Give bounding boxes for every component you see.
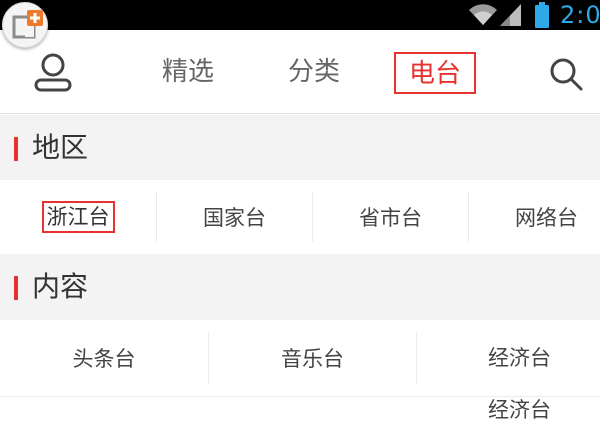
top-nav: 精选 分类 电台 [0,30,600,114]
user-icon[interactable] [32,52,74,94]
content-item-economy[interactable]: 经济台 [417,320,600,396]
wifi-icon [469,4,497,26]
tab-jingxuan[interactable]: 精选 [156,52,220,94]
content-item-label: 头条台 [72,347,136,371]
region-item-zhejiang[interactable]: 浙江台 [0,180,156,254]
region-item-network[interactable]: 网络台 [469,180,600,254]
content-item-label: 经济台 [488,346,551,370]
section-title-region: 地区 [32,131,89,164]
section-header-region: 地区 [0,115,600,180]
drag-preview-label: 经济台 [488,398,551,422]
divider [0,396,600,397]
content-item-label: 音乐台 [281,347,344,371]
section-header-content: 内容 [0,254,600,320]
content-item-headline[interactable]: 头条台 [0,320,208,396]
region-item-label: 省市台 [359,206,422,230]
status-icons: 2:0 [468,0,600,30]
region-item-label: 浙江台 [41,201,115,233]
signal-icon [500,4,521,26]
app-badge-glyph [12,10,43,39]
region-item-national[interactable]: 国家台 [157,180,312,254]
section-title-content: 内容 [32,270,89,303]
tab-fenlei[interactable]: 分类 [282,52,346,94]
region-item-provincial[interactable]: 省市台 [313,180,468,254]
app-badge-icon[interactable] [2,2,48,48]
status-bar: 2:0 [0,0,600,30]
search-icon[interactable] [548,56,584,92]
battery-icon [535,2,549,28]
status-time: 2:0 [560,1,600,29]
section-accent-bar [14,276,18,300]
tab-diantai[interactable]: 电台 [394,52,476,94]
section-accent-bar [14,137,18,161]
content-item-music[interactable]: 音乐台 [209,320,416,396]
region-grid: 浙江台 国家台 省市台 网络台 [0,180,600,254]
region-item-label: 网络台 [515,206,578,230]
region-item-label: 国家台 [203,206,266,230]
content-grid: 头条台 音乐台 经济台 [0,320,600,396]
